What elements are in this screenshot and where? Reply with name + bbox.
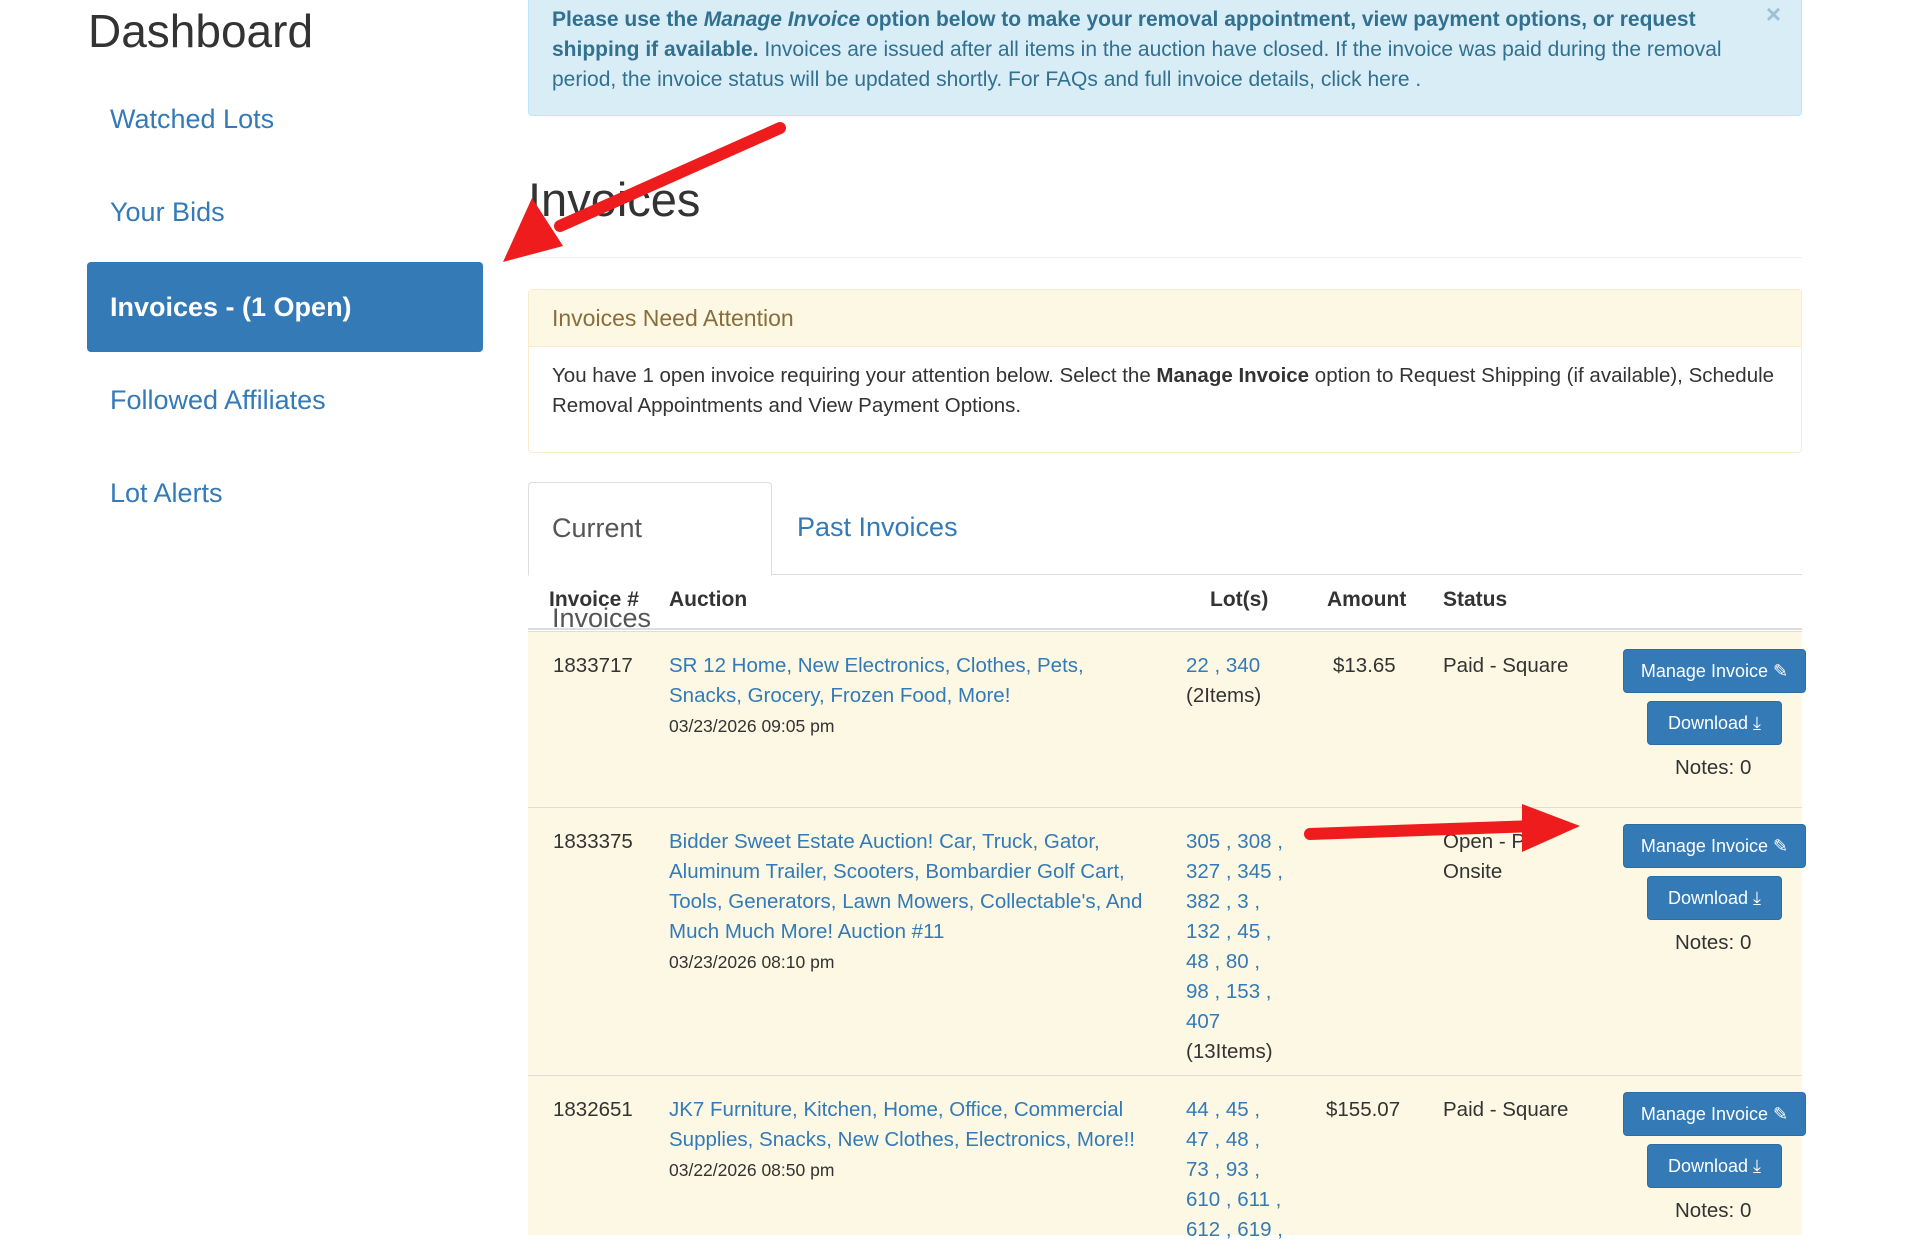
dashboard-title: Dashboard xyxy=(88,5,314,57)
invoice-number: 1833375 xyxy=(553,830,633,853)
lot-links[interactable]: 98 , 153 , xyxy=(1186,977,1283,1007)
invoice-tabs: Current Invoices Past Invoices xyxy=(528,482,1802,633)
lots-cell: 305 , 308 , 327 , 345 , 382 , 3 , 132 , … xyxy=(1186,827,1283,1067)
auction-link[interactable]: Bidder Sweet Estate Auction! Car, Truck,… xyxy=(669,827,1142,947)
invoice-number: 1832651 xyxy=(553,1098,633,1121)
invoice-number: 1833717 xyxy=(553,654,633,677)
auction-cell: SR 12 Home, New Electronics, Clothes, Pe… xyxy=(669,651,1084,741)
divider xyxy=(528,257,1802,258)
column-header-amount: Amount xyxy=(1327,588,1407,611)
auction-date: 03/23/2026 08:10 pm xyxy=(669,952,835,972)
edit-icon: ✎ xyxy=(1773,1104,1789,1124)
table-header-rule xyxy=(528,628,1802,630)
lots-cell: 44 , 45 , 47 , 48 , 73 , 93 , 610 , 611 … xyxy=(1186,1095,1283,1245)
lot-links[interactable]: 612 , 619 , xyxy=(1186,1215,1283,1245)
lot-count: (2Items) xyxy=(1186,684,1262,707)
lot-links[interactable]: 44 , 45 , xyxy=(1186,1095,1283,1125)
auction-cell: Bidder Sweet Estate Auction! Car, Truck,… xyxy=(669,827,1142,977)
sidebar-item-your-bids[interactable]: Your Bids xyxy=(87,167,483,257)
auction-date: 03/22/2026 08:50 pm xyxy=(669,1160,835,1180)
sidebar-item-followed-affiliates[interactable]: Followed Affiliates xyxy=(87,355,483,445)
lot-links[interactable]: 47 , 48 , xyxy=(1186,1125,1283,1155)
notes-count: Notes: 0 xyxy=(1675,756,1752,779)
attention-panel: Invoices Need Attention You have 1 open … xyxy=(528,289,1802,453)
invoice-amount: $13.65 xyxy=(1333,654,1396,677)
manage-invoice-button[interactable]: Manage Invoice ✎ xyxy=(1623,1092,1806,1136)
column-header-auction: Auction xyxy=(669,588,748,611)
manage-invoice-button[interactable]: Manage Invoice ✎ xyxy=(1623,649,1806,693)
page-title: Invoices xyxy=(528,173,701,226)
edit-icon: ✎ xyxy=(1773,661,1789,681)
tab-past-invoices[interactable]: Past Invoices xyxy=(774,482,981,575)
invoice-status: Paid - Square xyxy=(1443,1098,1569,1121)
notes-count: Notes: 0 xyxy=(1675,1199,1752,1222)
lot-links[interactable]: 407 xyxy=(1186,1007,1283,1037)
table-row: 1832651 JK7 Furniture, Kitchen, Home, Of… xyxy=(528,1075,1806,1241)
column-header-status: Status xyxy=(1443,588,1508,611)
lot-links[interactable]: 382 , 3 , xyxy=(1186,887,1283,917)
lot-links[interactable]: 73 , 93 , xyxy=(1186,1155,1283,1185)
lot-links[interactable]: 305 , 308 , xyxy=(1186,827,1283,857)
sidebar-item-invoices[interactable]: Invoices - (1 Open) xyxy=(87,262,483,352)
auction-link[interactable]: JK7 Furniture, Kitchen, Home, Office, Co… xyxy=(669,1095,1135,1155)
panel-heading: Invoices Need Attention xyxy=(529,290,1801,347)
auction-link[interactable]: SR 12 Home, New Electronics, Clothes, Pe… xyxy=(669,651,1084,711)
panel-body: You have 1 open invoice requiring your a… xyxy=(552,364,1775,417)
table-row: 1833375 Bidder Sweet Estate Auction! Car… xyxy=(528,807,1806,1075)
close-icon[interactable]: × xyxy=(1766,0,1781,29)
download-icon: ⤓ xyxy=(1753,888,1762,908)
sidebar-item-lot-alerts[interactable]: Lot Alerts xyxy=(87,448,483,538)
invoice-status: Open - P Onsite xyxy=(1443,830,1526,883)
lot-links[interactable]: 48 , 80 , xyxy=(1186,947,1283,977)
download-button[interactable]: Download ⤓ xyxy=(1647,701,1782,745)
lots-cell: 22 , 340 (2Items) xyxy=(1186,651,1261,711)
column-header-invoice: Invoice # xyxy=(549,588,639,611)
lot-links[interactable]: 327 , 345 , xyxy=(1186,857,1283,887)
edit-icon: ✎ xyxy=(1773,836,1789,856)
tab-current-invoices[interactable]: Current Invoices xyxy=(528,482,772,633)
invoice-amount: $155.07 xyxy=(1326,1098,1401,1121)
download-button[interactable]: Download ⤓ xyxy=(1647,876,1782,920)
sidebar-item-watched-lots[interactable]: Watched Lots xyxy=(87,74,483,164)
info-alert: Please use the Manage Invoice option bel… xyxy=(528,0,1802,116)
manage-invoice-button[interactable]: Manage Invoice ✎ xyxy=(1623,824,1806,868)
notes-count: Notes: 0 xyxy=(1675,931,1752,954)
lot-count: (13Items) xyxy=(1186,1040,1273,1063)
table-row: 1833717 SR 12 Home, New Electronics, Clo… xyxy=(528,631,1806,807)
auction-cell: JK7 Furniture, Kitchen, Home, Office, Co… xyxy=(669,1095,1135,1185)
download-icon: ⤓ xyxy=(1753,1156,1762,1176)
download-icon: ⤓ xyxy=(1753,713,1762,733)
invoice-status: Paid - Square xyxy=(1443,654,1569,677)
column-header-lots: Lot(s) xyxy=(1210,588,1269,611)
lot-links[interactable]: 132 , 45 , xyxy=(1186,917,1283,947)
download-button[interactable]: Download ⤓ xyxy=(1647,1144,1782,1188)
auction-date: 03/23/2026 09:05 pm xyxy=(669,716,835,736)
lot-links[interactable]: 22 , 340 xyxy=(1186,651,1261,681)
lot-links[interactable]: 610 , 611 , xyxy=(1186,1185,1283,1215)
